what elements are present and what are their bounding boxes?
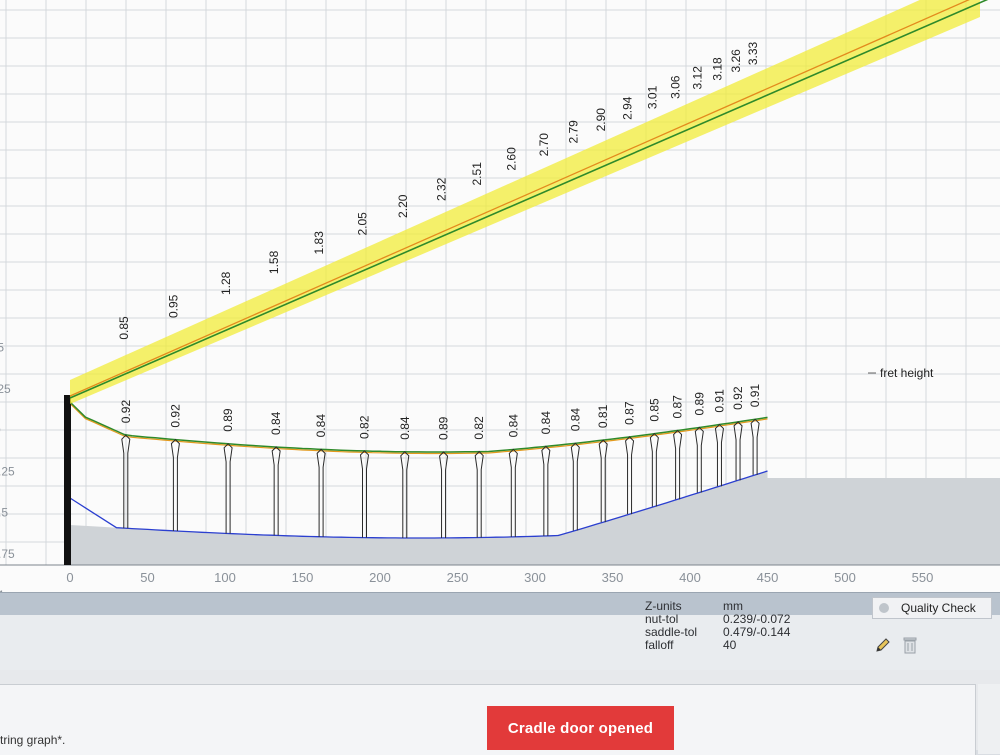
x-tick-label: 400 xyxy=(679,570,701,585)
parameters-panel xyxy=(0,615,1000,671)
fret-height-label: 0.91 xyxy=(748,384,762,408)
x-tick-label: 250 xyxy=(447,570,469,585)
pencil-icon[interactable] xyxy=(874,636,892,654)
fret-height-label: 0.85 xyxy=(647,398,661,422)
relief-label: 2.20 xyxy=(396,194,410,218)
relief-label: 2.94 xyxy=(621,96,635,120)
relief-label: 2.05 xyxy=(356,212,370,236)
fret-height-label: 0.92 xyxy=(168,404,182,428)
x-tick-label: 0 xyxy=(66,570,73,585)
relief-label: 2.32 xyxy=(435,177,449,201)
fret-height-label: 0.87 xyxy=(671,395,685,419)
relief-label: 3.01 xyxy=(645,85,659,109)
param-row: falloff 40 xyxy=(645,639,790,652)
fret-height-label: 0.81 xyxy=(596,404,610,428)
fret-height-label: 0.92 xyxy=(731,386,745,410)
chart-svg: 0.92 0.92 0.89 0.84 0.84 0.82 0.84 0.89 0.82 0.84… xyxy=(0,0,1000,592)
relief-label: 2.79 xyxy=(566,120,580,144)
param-value: 40 xyxy=(723,638,737,652)
fret-height-label: 0.84 xyxy=(398,416,412,440)
x-tick-label: 450 xyxy=(757,570,779,585)
x-tick-label: 150 xyxy=(292,570,314,585)
params-list: Z-units mm nut-tol 0.239/-0.072 saddle-tol… xyxy=(645,600,790,652)
fret-height-label: 0.89 xyxy=(692,392,706,416)
fret-height-label: 0.82 xyxy=(472,416,486,440)
y-tick-label: -.75 xyxy=(0,547,15,561)
x-tick-label: 550 xyxy=(912,570,934,585)
relief-label: 0.85 xyxy=(117,316,131,340)
y-tick-label: -.5 xyxy=(0,506,8,520)
fret-height-label: 0.91 xyxy=(712,389,726,413)
x-tick-label: 300 xyxy=(524,570,546,585)
relief-label: 3.06 xyxy=(669,75,683,99)
relief-label: 1.83 xyxy=(312,231,326,255)
relief-label: 1.28 xyxy=(219,271,233,295)
relief-label: 2.70 xyxy=(537,133,551,157)
fret-height-legend-label: fret height xyxy=(880,366,934,380)
x-tick-label: 200 xyxy=(369,570,391,585)
relief-label: 3.18 xyxy=(710,57,724,81)
x-tick-label: 500 xyxy=(834,570,856,585)
param-key: falloff xyxy=(645,638,674,652)
nut-mark xyxy=(64,395,71,565)
fret-height-label: 0.92 xyxy=(119,400,133,424)
relief-label: 2.60 xyxy=(504,147,518,171)
x-tick-label: 50 xyxy=(140,570,154,585)
relief-label: 2.51 xyxy=(470,162,484,186)
string-graph-chart[interactable]: 0.92 0.92 0.89 0.84 0.84 0.82 0.84 0.89 0.82 0.84… xyxy=(0,0,1000,592)
chart-divider-strip xyxy=(0,592,1000,616)
fret-height-label: 0.84 xyxy=(539,411,553,435)
y-tick-label: -.25 xyxy=(0,464,15,478)
fret-height-label: 0.84 xyxy=(314,414,328,438)
fret-height-label: 0.84 xyxy=(568,408,582,432)
relief-label: 1.58 xyxy=(267,250,281,274)
quality-check-button[interactable]: Quality Check xyxy=(872,597,992,619)
relief-label: 0.95 xyxy=(166,294,180,318)
y-tick-label: .5 xyxy=(0,341,4,355)
trash-icon[interactable] xyxy=(902,636,918,654)
quality-check-label: Quality Check xyxy=(901,601,976,615)
y-tick-label: .25 xyxy=(0,382,11,396)
side-scroll[interactable] xyxy=(978,684,1000,754)
cradle-door-alert[interactable]: Cradle door opened xyxy=(487,706,674,750)
fret-height-label: 0.89 xyxy=(437,416,451,440)
fret-height-label: 0.89 xyxy=(221,408,235,432)
fret-height-label: 0.87 xyxy=(623,401,637,425)
relief-label: 3.33 xyxy=(746,41,760,65)
status-dot-icon xyxy=(879,603,889,613)
x-tick-label: 100 xyxy=(214,570,236,585)
relief-label: 3.26 xyxy=(729,49,743,73)
fret-height-label: 0.84 xyxy=(506,414,520,438)
status-text: tring graph*. xyxy=(0,733,66,747)
x-tick-label: 350 xyxy=(602,570,624,585)
fret-height-label: 0.82 xyxy=(358,415,372,439)
fret-height-label: 0.84 xyxy=(269,411,283,435)
relief-label: 2.90 xyxy=(594,108,608,132)
relief-label: 3.12 xyxy=(690,66,704,90)
